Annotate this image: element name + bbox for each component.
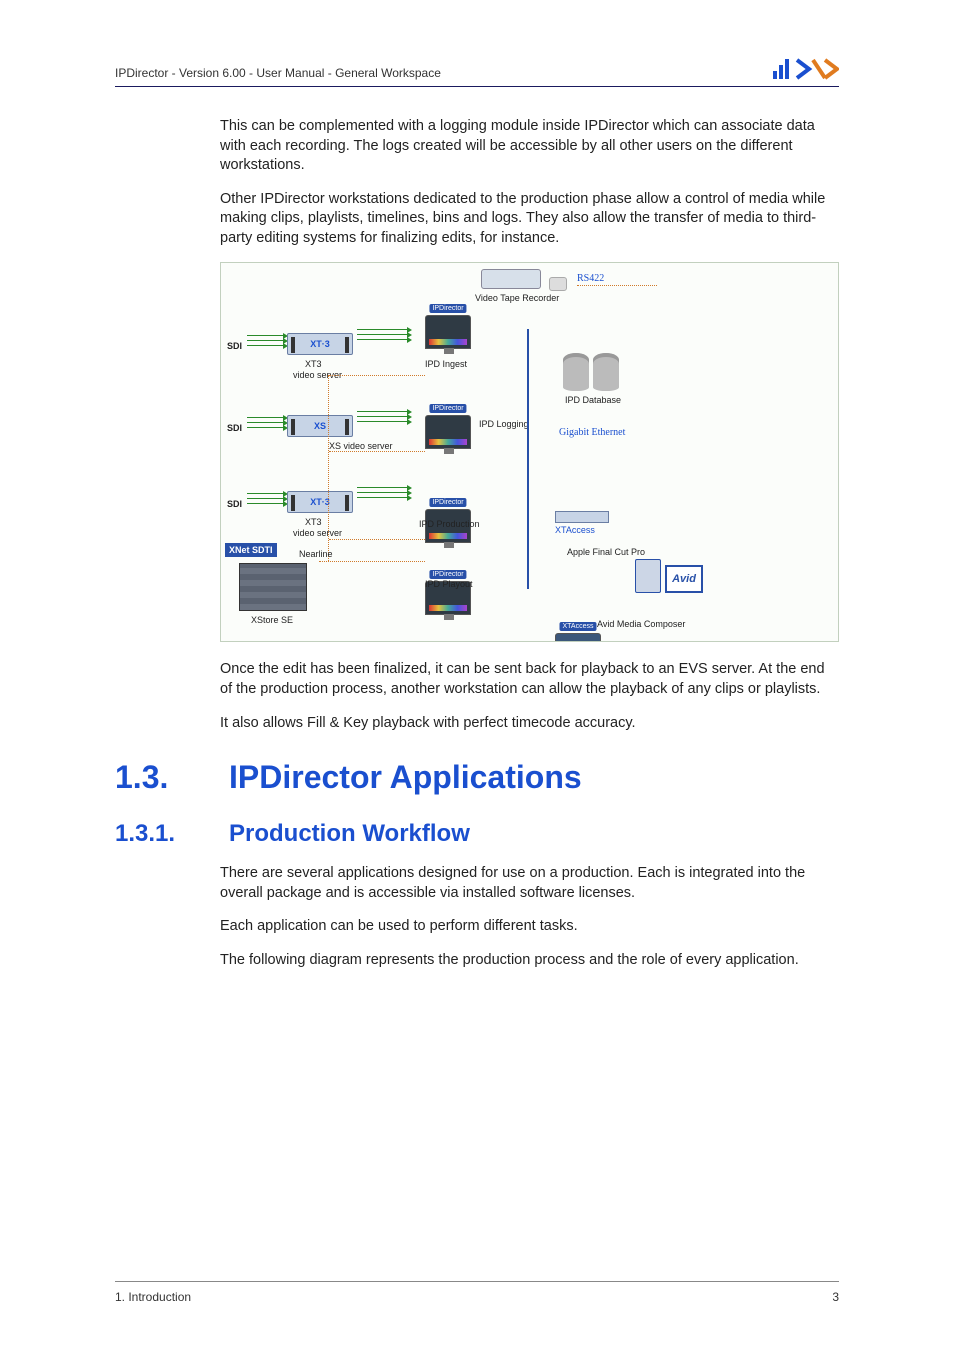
workflow-diagram: RS422 Video Tape Recorder SDI XT·3 XT3 v… [220,262,839,642]
diagram-label: IPD Logging [479,419,529,429]
diagram-label: Avid Media Composer [597,619,685,629]
diagram-label: Apple Final Cut Pro [567,547,645,557]
diagram-label: XStore SE [251,615,293,625]
diagram-label: XTAccess [555,525,595,535]
evs-logo-bars-icon [773,59,789,79]
body-column: There are several applications designed … [115,864,839,970]
diagram-label: XT3 [305,359,322,369]
paragraph: This can be complemented with a logging … [220,117,839,176]
paragraph: It also allows Fill & Key playback with … [220,714,839,734]
diagram-label: SDI [227,423,242,433]
diagram-label: IPD Playout [425,579,473,589]
section-heading: 1.3. IPDirector Applications [115,759,839,796]
diagram-label: XT3 [305,517,322,527]
diagram-label: IPD Production [419,519,480,529]
diagram-label: Nearline [299,549,333,559]
footer-section: 1. Introduction [115,1290,191,1304]
section-title: IPDirector Applications [229,759,582,796]
paragraph: There are several applications designed … [220,864,839,903]
footer-page-number: 3 [832,1290,839,1304]
diagram-label: IPD Ingest [425,359,467,369]
body-column: This can be complemented with a logging … [115,117,839,733]
diagram-label: XS video server [329,441,393,451]
diagram-label: XNet SDTI [225,543,277,557]
subsection-number: 1.3.1. [115,820,199,848]
paragraph: The following diagram represents the pro… [220,951,839,971]
evs-logo-icon [795,58,839,80]
diagram-label: RS422 [577,273,604,284]
paragraph: Each application can be used to perform … [220,917,839,937]
subsection-title: Production Workflow [229,820,470,848]
page-footer: 1. Introduction 3 [115,1281,839,1304]
diagram-label: video server [293,528,342,538]
page-header: IPDirector - Version 6.00 - User Manual … [115,58,839,87]
paragraph: Once the edit has been finalized, it can… [220,660,839,699]
document-page: IPDirector - Version 6.00 - User Manual … [0,0,954,1350]
diagram-label: SDI [227,341,242,351]
evs-logo [773,58,839,80]
diagram-label: IPD Database [565,395,621,405]
diagram-label: Gigabit Ethernet [559,427,625,438]
diagram-label: Video Tape Recorder [475,293,559,303]
subsection-heading: 1.3.1. Production Workflow [115,820,839,848]
section-number: 1.3. [115,759,187,796]
diagram-label: SDI [227,499,242,509]
paragraph: Other IPDirector workstations dedicated … [220,190,839,249]
header-breadcrumb: IPDirector - Version 6.00 - User Manual … [115,66,441,80]
